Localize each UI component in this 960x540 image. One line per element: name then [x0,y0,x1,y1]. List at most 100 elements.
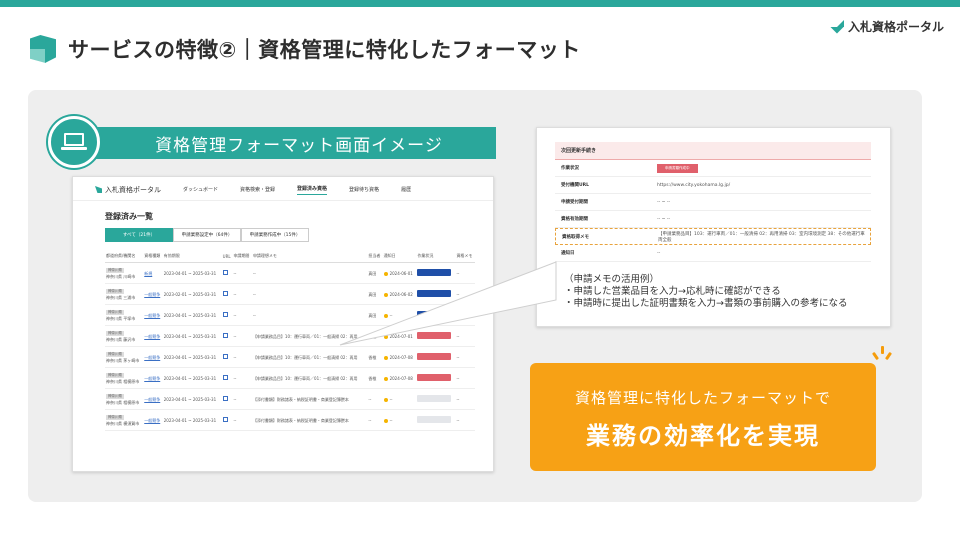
apply-cell: -- [232,409,252,431]
org-cell: 神奈川県 神奈川県 川崎市 [105,262,144,284]
nav-registered[interactable]: 登録済み資格 [297,185,328,195]
table-row[interactable]: 神奈川県 神奈川県 藤沢市 一般競争 2023-04-01 ~ 2025-03-31-… [105,325,475,347]
url-cell[interactable] [221,304,233,326]
detail-key: 作業状況 [561,166,579,171]
type-cell[interactable]: 一般競争 [143,304,163,326]
type-link[interactable]: 一般競争 [144,376,160,381]
title-mark-icon [30,35,56,63]
type-link[interactable]: 一般競争 [144,418,160,423]
org-name: 神奈川県 藤沢市 [106,337,136,342]
type-cell[interactable]: 新規 [143,262,163,284]
nav-search[interactable]: 資格検索・登録 [240,186,275,193]
notify-date: -- [389,417,393,423]
slide-title: サービスの特徴②｜資格管理に特化したフォーマット [68,38,581,62]
status-cell[interactable] [416,346,456,368]
detail-value: 【申請業務品目】103：運行車両／01：一般清掃 02：再用清掃 03：室内環境… [658,231,865,243]
memo-cell: 【申請業務品目】10：運行車両／01：一般清掃 02：再用 [251,325,368,347]
external-link-icon[interactable] [222,375,228,380]
external-link-icon[interactable] [222,417,228,422]
apply-cell: -- [232,388,252,410]
nav-history[interactable]: 履歴 [401,186,411,193]
table-row[interactable]: 神奈川県 神奈川県 相模原市 一般競争 2023-04-01 ~ 2025-03-31… [105,388,475,410]
table-row[interactable]: 神奈川県 神奈川県 相模原市 一般競争 2023-04-01 ~ 2025-03-31… [105,367,475,389]
type-link[interactable]: 一般競争 [144,313,160,318]
url-cell[interactable] [221,325,233,347]
cta-box: 資格管理に特化したフォーマットで 業務の効率化を実現 [530,363,876,471]
type-cell[interactable]: 一般競争 [143,367,163,389]
laptop-icon [61,133,87,151]
nav-dashboard[interactable]: ダッシュボード [183,186,218,193]
external-link-icon[interactable] [222,270,228,275]
status-button[interactable] [417,311,452,318]
external-link-icon[interactable] [222,312,228,317]
url-cell[interactable] [221,367,233,389]
external-link-icon[interactable] [222,396,228,401]
url-cell[interactable] [221,262,233,284]
type-cell[interactable]: 一般競争 [143,388,163,410]
screen-image-banner: 資格管理フォーマット画面イメージ [72,127,496,159]
type-cell[interactable]: 一般競争 [143,325,163,347]
detail-key: 申請受付期間 [561,200,588,205]
url-cell[interactable] [221,346,233,368]
nav-pending[interactable]: 登録待ち資格 [349,186,379,193]
url-cell[interactable] [221,409,233,431]
status-cell[interactable] [416,388,456,410]
url-cell[interactable] [221,388,233,410]
status-button[interactable] [417,395,452,402]
detail-row: 受付機関URL https://www.city.yokohama.lg.jp/ [555,177,871,194]
type-cell[interactable]: 一般競争 [143,283,163,305]
brand-logo[interactable]: 入札資格ポータル [829,18,944,35]
status-button[interactable] [417,269,452,276]
status-cell[interactable] [416,325,456,347]
status-button[interactable] [417,416,452,423]
status-button[interactable] [417,374,452,381]
org-name: 神奈川県 茅ヶ崎市 [106,358,140,363]
external-link-icon[interactable] [222,333,228,338]
status-badge[interactable]: 申請書類作成中 [657,163,698,173]
notify-dot-icon [383,334,388,339]
detail-row: 申請受付期間 -- ~ -- [555,194,871,211]
notify-date: -- [389,312,393,318]
detail-row: 作業状況 申請書類作成中 [555,160,871,177]
app-brand[interactable]: 入札資格ポータル [95,185,161,195]
cta-line1: 資格管理に特化したフォーマットで [574,389,831,407]
pref-tag: 神奈川県 [106,394,124,399]
status-button[interactable] [417,353,452,360]
logo-text: 入札資格ポータル [847,20,944,34]
type-cell[interactable]: 一般競争 [143,346,163,368]
logo-mark-icon [829,19,844,34]
type-link[interactable]: 一般競争 [144,292,160,297]
type-link[interactable]: 一般競争 [144,397,160,402]
period-cell: 2023-02-01 ~ 2025-03-31 [162,283,222,305]
table-column-header: 作業状況 [416,250,456,263]
status-cell[interactable] [416,283,456,305]
table-row[interactable]: 神奈川県 神奈川県 平塚市 一般競争 2023-04-01 ~ 2025-03-31-… [105,304,475,326]
status-button[interactable] [417,332,452,339]
table-row[interactable]: 神奈川県 神奈川県 横須賀市 一般競争 2023-04-01 ~ 2025-03-31… [105,409,475,431]
table-row[interactable]: 神奈川県 神奈川県 三浦市 一般競争 2023-02-01 ~ 2025-03-31-… [105,283,475,305]
url-cell[interactable] [221,283,233,305]
status-cell[interactable] [416,367,456,389]
tab-setting[interactable]: 申請業務設定中（64件） [173,228,241,242]
qual-memo-cell: -- [455,388,475,410]
org-name: 神奈川県 川崎市 [106,274,136,279]
status-cell[interactable] [416,409,456,431]
tab-all[interactable]: すべて（21件） [105,228,173,242]
type-link[interactable]: 新規 [144,271,152,276]
table-row[interactable]: 神奈川県 神奈川県 川崎市 新規 2023-04-01 ~ 2025-03-31 -- -… [105,262,475,284]
status-cell[interactable] [416,304,456,326]
period-cell: 2023-04-01 ~ 2025-03-31 [162,388,222,410]
top-accent-bar [0,0,960,7]
status-cell[interactable] [416,262,456,284]
type-link[interactable]: 一般競争 [144,334,160,339]
registered-table: 都道府県/機関名 資格種類 有効期限 URL 申請期間 申請理想メモ 担当者 通知日 作業状況資… [105,250,475,431]
status-button[interactable] [417,290,452,297]
external-link-icon[interactable] [222,354,228,359]
slide-header: サービスの特徴②｜資格管理に特化したフォーマット [30,34,581,64]
tab-creating[interactable]: 申請業務作成中（15件） [241,228,309,242]
type-link[interactable]: 一般競争 [144,355,160,360]
table-row[interactable]: 神奈川県 神奈川県 茅ヶ崎市 一般競争 2023-04-01 ~ 2025-03-31… [105,346,475,368]
org-cell: 神奈川県 神奈川県 相模原市 [105,388,144,410]
external-link-icon[interactable] [222,291,228,296]
type-cell[interactable]: 一般競争 [143,409,163,431]
